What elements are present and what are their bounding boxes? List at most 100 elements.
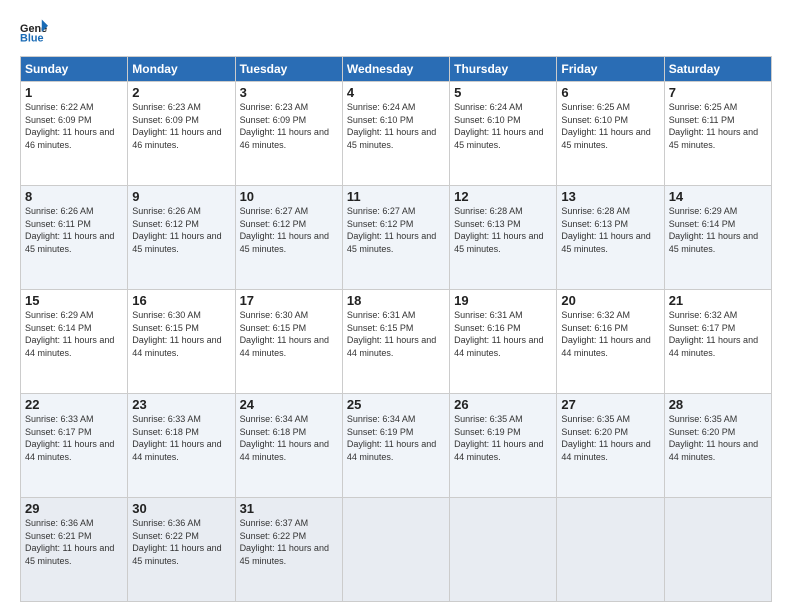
day-number: 25 <box>347 397 445 412</box>
calendar-cell: 27 Sunrise: 6:35 AMSunset: 6:20 PMDaylig… <box>557 394 664 498</box>
day-number: 21 <box>669 293 767 308</box>
day-number: 23 <box>132 397 230 412</box>
calendar-cell: 20 Sunrise: 6:32 AMSunset: 6:16 PMDaylig… <box>557 290 664 394</box>
calendar-cell: 4 Sunrise: 6:24 AMSunset: 6:10 PMDayligh… <box>342 82 449 186</box>
day-detail: Sunrise: 6:35 AMSunset: 6:20 PMDaylight:… <box>669 414 758 462</box>
calendar-cell: 16 Sunrise: 6:30 AMSunset: 6:15 PMDaylig… <box>128 290 235 394</box>
weekday-header: Tuesday <box>235 57 342 82</box>
weekday-header: Sunday <box>21 57 128 82</box>
day-detail: Sunrise: 6:35 AMSunset: 6:19 PMDaylight:… <box>454 414 543 462</box>
calendar-cell: 21 Sunrise: 6:32 AMSunset: 6:17 PMDaylig… <box>664 290 771 394</box>
day-number: 19 <box>454 293 552 308</box>
day-detail: Sunrise: 6:29 AMSunset: 6:14 PMDaylight:… <box>669 206 758 254</box>
day-number: 30 <box>132 501 230 516</box>
day-number: 8 <box>25 189 123 204</box>
day-number: 20 <box>561 293 659 308</box>
day-detail: Sunrise: 6:37 AMSunset: 6:22 PMDaylight:… <box>240 518 329 566</box>
day-number: 26 <box>454 397 552 412</box>
calendar-cell: 28 Sunrise: 6:35 AMSunset: 6:20 PMDaylig… <box>664 394 771 498</box>
day-detail: Sunrise: 6:36 AMSunset: 6:21 PMDaylight:… <box>25 518 114 566</box>
page: General Blue SundayMondayTuesdayWednesda… <box>0 0 792 612</box>
calendar-week-row: 15 Sunrise: 6:29 AMSunset: 6:14 PMDaylig… <box>21 290 772 394</box>
day-detail: Sunrise: 6:28 AMSunset: 6:13 PMDaylight:… <box>454 206 543 254</box>
calendar-cell: 11 Sunrise: 6:27 AMSunset: 6:12 PMDaylig… <box>342 186 449 290</box>
day-detail: Sunrise: 6:34 AMSunset: 6:19 PMDaylight:… <box>347 414 436 462</box>
weekday-header: Wednesday <box>342 57 449 82</box>
day-number: 4 <box>347 85 445 100</box>
day-detail: Sunrise: 6:30 AMSunset: 6:15 PMDaylight:… <box>132 310 221 358</box>
calendar-cell <box>664 498 771 602</box>
day-detail: Sunrise: 6:32 AMSunset: 6:16 PMDaylight:… <box>561 310 650 358</box>
calendar-cell: 7 Sunrise: 6:25 AMSunset: 6:11 PMDayligh… <box>664 82 771 186</box>
calendar-cell <box>342 498 449 602</box>
day-detail: Sunrise: 6:22 AMSunset: 6:09 PMDaylight:… <box>25 102 114 150</box>
svg-text:Blue: Blue <box>20 32 44 44</box>
day-number: 11 <box>347 189 445 204</box>
calendar-cell: 30 Sunrise: 6:36 AMSunset: 6:22 PMDaylig… <box>128 498 235 602</box>
day-detail: Sunrise: 6:35 AMSunset: 6:20 PMDaylight:… <box>561 414 650 462</box>
day-number: 24 <box>240 397 338 412</box>
day-number: 5 <box>454 85 552 100</box>
day-number: 29 <box>25 501 123 516</box>
day-detail: Sunrise: 6:27 AMSunset: 6:12 PMDaylight:… <box>240 206 329 254</box>
calendar-cell: 24 Sunrise: 6:34 AMSunset: 6:18 PMDaylig… <box>235 394 342 498</box>
calendar-cell: 9 Sunrise: 6:26 AMSunset: 6:12 PMDayligh… <box>128 186 235 290</box>
calendar-cell <box>557 498 664 602</box>
day-number: 28 <box>669 397 767 412</box>
calendar-cell: 6 Sunrise: 6:25 AMSunset: 6:10 PMDayligh… <box>557 82 664 186</box>
calendar-cell: 23 Sunrise: 6:33 AMSunset: 6:18 PMDaylig… <box>128 394 235 498</box>
calendar-cell: 26 Sunrise: 6:35 AMSunset: 6:19 PMDaylig… <box>450 394 557 498</box>
day-detail: Sunrise: 6:26 AMSunset: 6:12 PMDaylight:… <box>132 206 221 254</box>
calendar-cell: 31 Sunrise: 6:37 AMSunset: 6:22 PMDaylig… <box>235 498 342 602</box>
day-detail: Sunrise: 6:26 AMSunset: 6:11 PMDaylight:… <box>25 206 114 254</box>
weekday-header: Friday <box>557 57 664 82</box>
day-number: 1 <box>25 85 123 100</box>
calendar-cell: 25 Sunrise: 6:34 AMSunset: 6:19 PMDaylig… <box>342 394 449 498</box>
day-number: 9 <box>132 189 230 204</box>
day-number: 2 <box>132 85 230 100</box>
day-detail: Sunrise: 6:31 AMSunset: 6:15 PMDaylight:… <box>347 310 436 358</box>
calendar-cell: 1 Sunrise: 6:22 AMSunset: 6:09 PMDayligh… <box>21 82 128 186</box>
day-number: 17 <box>240 293 338 308</box>
day-detail: Sunrise: 6:28 AMSunset: 6:13 PMDaylight:… <box>561 206 650 254</box>
calendar-cell: 13 Sunrise: 6:28 AMSunset: 6:13 PMDaylig… <box>557 186 664 290</box>
calendar-week-row: 29 Sunrise: 6:36 AMSunset: 6:21 PMDaylig… <box>21 498 772 602</box>
calendar-cell: 19 Sunrise: 6:31 AMSunset: 6:16 PMDaylig… <box>450 290 557 394</box>
calendar-cell: 12 Sunrise: 6:28 AMSunset: 6:13 PMDaylig… <box>450 186 557 290</box>
calendar-week-row: 8 Sunrise: 6:26 AMSunset: 6:11 PMDayligh… <box>21 186 772 290</box>
calendar-week-row: 22 Sunrise: 6:33 AMSunset: 6:17 PMDaylig… <box>21 394 772 498</box>
calendar-header-row: SundayMondayTuesdayWednesdayThursdayFrid… <box>21 57 772 82</box>
day-number: 31 <box>240 501 338 516</box>
calendar-cell <box>450 498 557 602</box>
weekday-header: Thursday <box>450 57 557 82</box>
day-detail: Sunrise: 6:25 AMSunset: 6:10 PMDaylight:… <box>561 102 650 150</box>
day-detail: Sunrise: 6:32 AMSunset: 6:17 PMDaylight:… <box>669 310 758 358</box>
calendar-cell: 5 Sunrise: 6:24 AMSunset: 6:10 PMDayligh… <box>450 82 557 186</box>
day-number: 7 <box>669 85 767 100</box>
day-number: 16 <box>132 293 230 308</box>
calendar-cell: 17 Sunrise: 6:30 AMSunset: 6:15 PMDaylig… <box>235 290 342 394</box>
day-detail: Sunrise: 6:25 AMSunset: 6:11 PMDaylight:… <box>669 102 758 150</box>
day-detail: Sunrise: 6:23 AMSunset: 6:09 PMDaylight:… <box>240 102 329 150</box>
weekday-header: Saturday <box>664 57 771 82</box>
calendar-cell: 2 Sunrise: 6:23 AMSunset: 6:09 PMDayligh… <box>128 82 235 186</box>
day-detail: Sunrise: 6:23 AMSunset: 6:09 PMDaylight:… <box>132 102 221 150</box>
day-detail: Sunrise: 6:24 AMSunset: 6:10 PMDaylight:… <box>454 102 543 150</box>
weekday-header: Monday <box>128 57 235 82</box>
calendar-cell: 10 Sunrise: 6:27 AMSunset: 6:12 PMDaylig… <box>235 186 342 290</box>
calendar-cell: 15 Sunrise: 6:29 AMSunset: 6:14 PMDaylig… <box>21 290 128 394</box>
calendar-cell: 29 Sunrise: 6:36 AMSunset: 6:21 PMDaylig… <box>21 498 128 602</box>
calendar-week-row: 1 Sunrise: 6:22 AMSunset: 6:09 PMDayligh… <box>21 82 772 186</box>
day-detail: Sunrise: 6:33 AMSunset: 6:18 PMDaylight:… <box>132 414 221 462</box>
day-detail: Sunrise: 6:30 AMSunset: 6:15 PMDaylight:… <box>240 310 329 358</box>
day-number: 22 <box>25 397 123 412</box>
day-number: 15 <box>25 293 123 308</box>
calendar-cell: 22 Sunrise: 6:33 AMSunset: 6:17 PMDaylig… <box>21 394 128 498</box>
day-detail: Sunrise: 6:31 AMSunset: 6:16 PMDaylight:… <box>454 310 543 358</box>
day-detail: Sunrise: 6:24 AMSunset: 6:10 PMDaylight:… <box>347 102 436 150</box>
calendar-table: SundayMondayTuesdayWednesdayThursdayFrid… <box>20 56 772 602</box>
calendar-cell: 8 Sunrise: 6:26 AMSunset: 6:11 PMDayligh… <box>21 186 128 290</box>
calendar-cell: 14 Sunrise: 6:29 AMSunset: 6:14 PMDaylig… <box>664 186 771 290</box>
day-detail: Sunrise: 6:34 AMSunset: 6:18 PMDaylight:… <box>240 414 329 462</box>
logo: General Blue <box>20 18 48 46</box>
